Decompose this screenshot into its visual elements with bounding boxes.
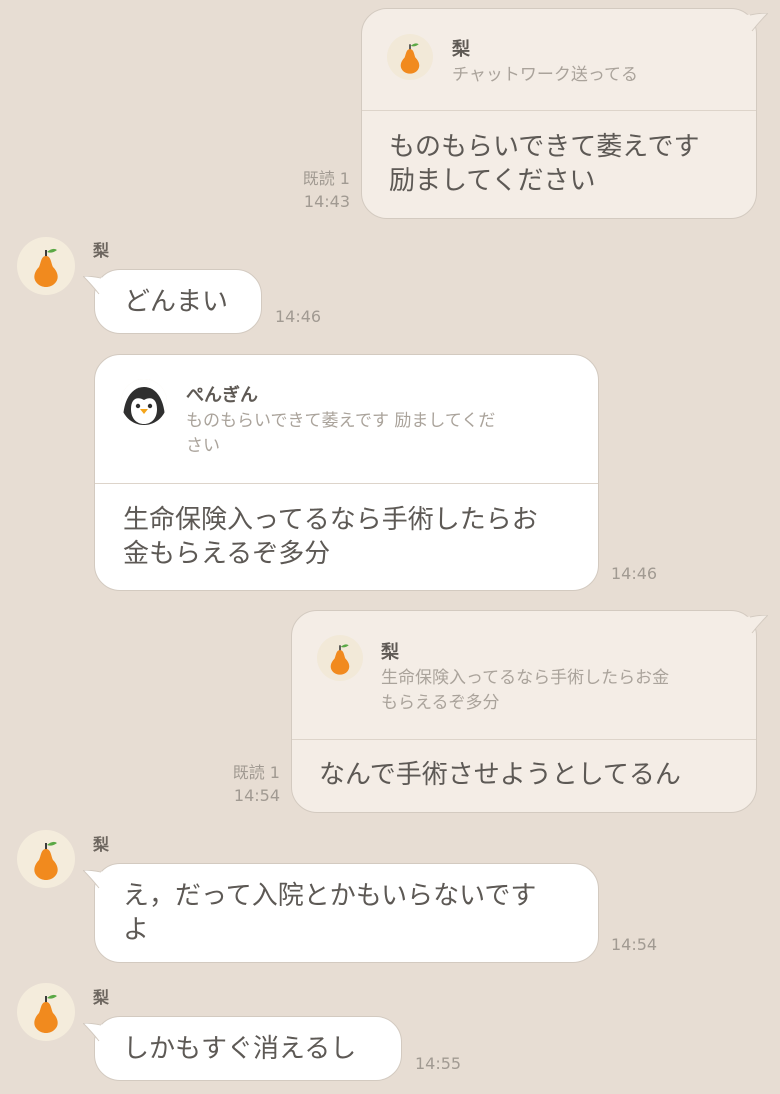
message-text: ものもらいできて萎えです 励ましてください — [389, 132, 700, 196]
bubble-tail — [83, 276, 105, 295]
timestamp: 14:54 — [233, 786, 280, 805]
quote-divider — [95, 483, 598, 484]
incoming-message-bubble[interactable]: え，だって入院とかもいらないです よ — [83, 863, 599, 963]
timestamp: 14:46 — [611, 564, 658, 583]
quoted-sender-name: 梨 — [381, 642, 399, 663]
message-text: どんまい — [124, 287, 229, 317]
message-text: なんで手術させようとしてるん — [319, 760, 681, 790]
quoted-penguin-avatar — [121, 379, 167, 425]
incoming-reply-bubble[interactable]: ぺんぎん ものもらいできて萎えです 励ましてくだ さい 生命保険入ってるなら手術… — [94, 354, 599, 591]
sender-name: 梨 — [93, 241, 110, 260]
bubble-tail — [83, 870, 105, 889]
incoming-message-bubble[interactable]: しかもすぐ消えるし — [83, 1016, 402, 1081]
read-receipt: 既読 1 — [302, 169, 350, 188]
quoted-pear-avatar — [317, 635, 363, 681]
quote-divider — [292, 739, 756, 740]
timestamp: 14:46 — [275, 307, 322, 326]
sender-name: 梨 — [93, 835, 110, 854]
timestamp: 14:54 — [611, 935, 658, 954]
quoted-message-text: ものもらいできて萎えです 励ましてくだ さい — [186, 411, 496, 456]
quoted-sender-name: 梨 — [452, 39, 470, 60]
message-text: え，だって入院とかもいらないです よ — [123, 881, 537, 945]
outgoing-reply-bubble[interactable]: 梨 チャットワーク送ってる ものもらいできて萎えです 励ましてください — [361, 8, 768, 219]
bubble-tail — [746, 13, 768, 32]
penguin-icon — [121, 379, 167, 425]
sender-name: 梨 — [93, 988, 110, 1007]
pear-icon — [387, 34, 433, 80]
timestamp: 14:43 — [303, 192, 350, 211]
quoted-pear-avatar — [387, 34, 433, 80]
sender-avatar[interactable] — [17, 830, 75, 888]
sender-avatar[interactable] — [17, 237, 75, 295]
quoted-message-text: チャットワーク送ってる — [452, 65, 638, 85]
quote-divider — [362, 110, 756, 111]
message-text: しかもすぐ消えるし — [123, 1034, 357, 1064]
timestamp: 14:55 — [415, 1054, 462, 1073]
pear-icon — [17, 983, 75, 1041]
message-text: 生命保険入ってるなら手術したらお 金もらえるぞ多分 — [123, 505, 538, 569]
bubble-tail — [83, 1023, 105, 1042]
quoted-message-text: 生命保険入ってるなら手術したらお金 もらえるぞ多分 — [381, 668, 670, 713]
read-receipt: 既読 1 — [232, 763, 280, 782]
outgoing-reply-bubble[interactable]: 梨 生命保険入ってるなら手術したらお金 もらえるぞ多分 なんで手術させようとして… — [291, 610, 768, 813]
quoted-sender-name: ぺんぎん — [186, 385, 258, 406]
pear-icon — [17, 830, 75, 888]
pear-icon — [317, 635, 363, 681]
incoming-message-bubble[interactable]: どんまい — [83, 269, 262, 334]
bubble-tail — [746, 615, 768, 634]
sender-avatar[interactable] — [17, 983, 75, 1041]
pear-icon — [17, 237, 75, 295]
